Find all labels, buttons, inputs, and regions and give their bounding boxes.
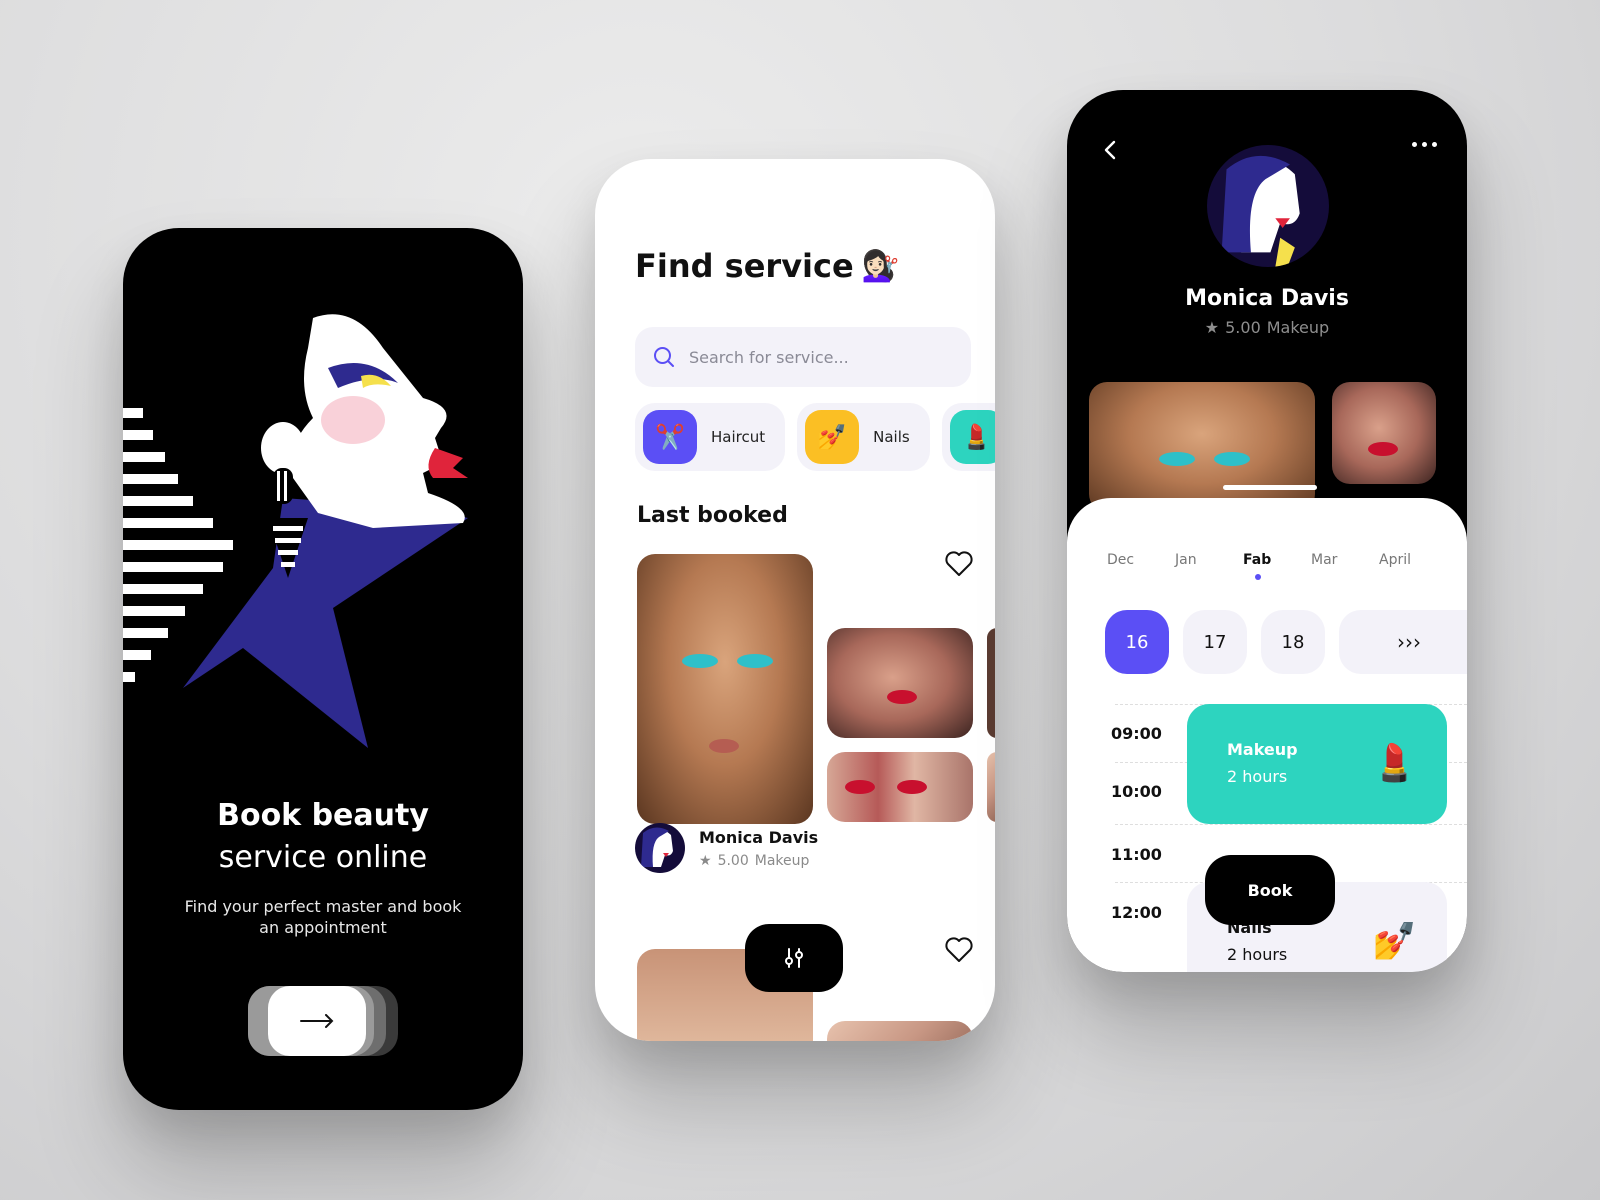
stripes-decoration xyxy=(123,408,233,682)
month-dec[interactable]: Dec xyxy=(1107,552,1175,568)
woman-portrait-illustration xyxy=(123,314,468,748)
master-name: Monica Davis xyxy=(1185,286,1349,311)
star-icon: ★ xyxy=(1204,318,1220,337)
heart-icon[interactable] xyxy=(945,551,973,577)
rating-value: 5.00 xyxy=(1225,318,1261,337)
master-photo[interactable] xyxy=(987,752,995,822)
more-options-icon[interactable] xyxy=(1412,142,1437,147)
last-booked-master[interactable]: Monica Davis ★ 5.00 Makeup xyxy=(635,823,818,873)
search-bar[interactable] xyxy=(635,327,971,387)
nail-polish-icon: 💅 xyxy=(1372,921,1417,962)
time-label: 11:00 xyxy=(1111,845,1162,864)
search-icon xyxy=(654,347,674,367)
back-chevron-icon[interactable] xyxy=(1099,138,1123,162)
master-meta: ★ 5.00 Makeup xyxy=(1067,318,1467,337)
master-profile-screen: Monica Davis ★ 5.00 Makeup Dec Jan Fab M… xyxy=(1067,90,1467,972)
appointment-makeup[interactable]: Makeup 2 hours 💄 xyxy=(1187,704,1447,824)
filter-button[interactable] xyxy=(745,924,843,992)
category-nails[interactable]: 💅 Nails xyxy=(797,403,930,471)
day-18[interactable]: 18 xyxy=(1261,610,1325,674)
month-feb[interactable]: Fab xyxy=(1243,552,1311,580)
lipstick-icon: 💄 xyxy=(1372,743,1417,784)
rating-value: 5.00 xyxy=(717,852,749,869)
time-label: 09:00 xyxy=(1111,724,1162,743)
nail-polish-icon: 💅 xyxy=(805,410,860,464)
heart-icon[interactable] xyxy=(945,937,973,963)
category-label: Haircut xyxy=(711,428,766,446)
onboarding-title: Book beauty xyxy=(217,798,429,833)
hairdresser-emoji-icon: 💇🏻‍♀️ xyxy=(861,248,900,284)
section-title: Last booked xyxy=(637,503,788,528)
master-photo[interactable] xyxy=(827,1021,973,1041)
master-category: Makeup xyxy=(1266,318,1330,337)
master-photo[interactable] xyxy=(827,752,973,822)
master-name: Monica Davis xyxy=(699,827,819,847)
category-haircut[interactable]: ✂️ Haircut xyxy=(635,403,786,471)
find-service-screen: Find service 💇🏻‍♀️ ✂️ Haircut 💅 Nails 💄 … xyxy=(595,159,995,1041)
lipstick-icon: 💄 xyxy=(949,410,995,464)
month-jan[interactable]: Jan xyxy=(1175,552,1243,568)
gallery-scroll-indicator[interactable] xyxy=(1223,485,1317,490)
month-april[interactable]: April xyxy=(1379,552,1447,568)
page-title-text: Find service xyxy=(635,247,854,285)
page-title: Find service 💇🏻‍♀️ xyxy=(635,247,899,285)
day-selector: 16 17 18 ››› xyxy=(1105,610,1467,674)
month-mar[interactable]: Mar xyxy=(1311,552,1379,568)
category-list: ✂️ Haircut 💅 Nails 💄 xyxy=(635,403,995,471)
more-days-button[interactable]: ››› xyxy=(1339,610,1467,674)
day-17[interactable]: 17 xyxy=(1183,610,1247,674)
avatar xyxy=(1207,145,1329,267)
gallery-photo[interactable] xyxy=(1332,382,1436,484)
avatar xyxy=(635,823,685,873)
onboarding-description: Find your perfect master and book an app… xyxy=(184,897,462,937)
master-photo[interactable] xyxy=(987,628,995,738)
book-button[interactable]: Book xyxy=(1205,855,1335,925)
next-button-stack xyxy=(248,986,398,1056)
search-input[interactable] xyxy=(689,347,939,367)
master-photo-main[interactable] xyxy=(637,554,813,824)
master-photo[interactable] xyxy=(827,628,973,738)
day-16[interactable]: 16 xyxy=(1105,610,1169,674)
time-label: 10:00 xyxy=(1111,782,1162,801)
star-icon: ★ xyxy=(699,852,712,869)
gallery-photo[interactable] xyxy=(1089,382,1315,512)
category-label: Nails xyxy=(873,428,910,446)
time-label: 12:00 xyxy=(1111,903,1162,922)
arrow-right-icon xyxy=(300,1014,334,1028)
master-meta: ★ 5.00 Makeup xyxy=(699,853,818,869)
category-makeup[interactable]: 💄 xyxy=(941,403,995,471)
master-category: Makeup xyxy=(754,852,810,869)
next-button[interactable] xyxy=(268,986,366,1056)
onboarding-screen: Book beauty service online Find your per… xyxy=(123,228,523,1110)
sliders-icon xyxy=(785,948,803,968)
onboarding-subtitle: service online xyxy=(218,840,428,875)
scissors-icon: ✂️ xyxy=(643,410,697,464)
month-selector: Dec Jan Fab Mar April xyxy=(1107,552,1447,580)
